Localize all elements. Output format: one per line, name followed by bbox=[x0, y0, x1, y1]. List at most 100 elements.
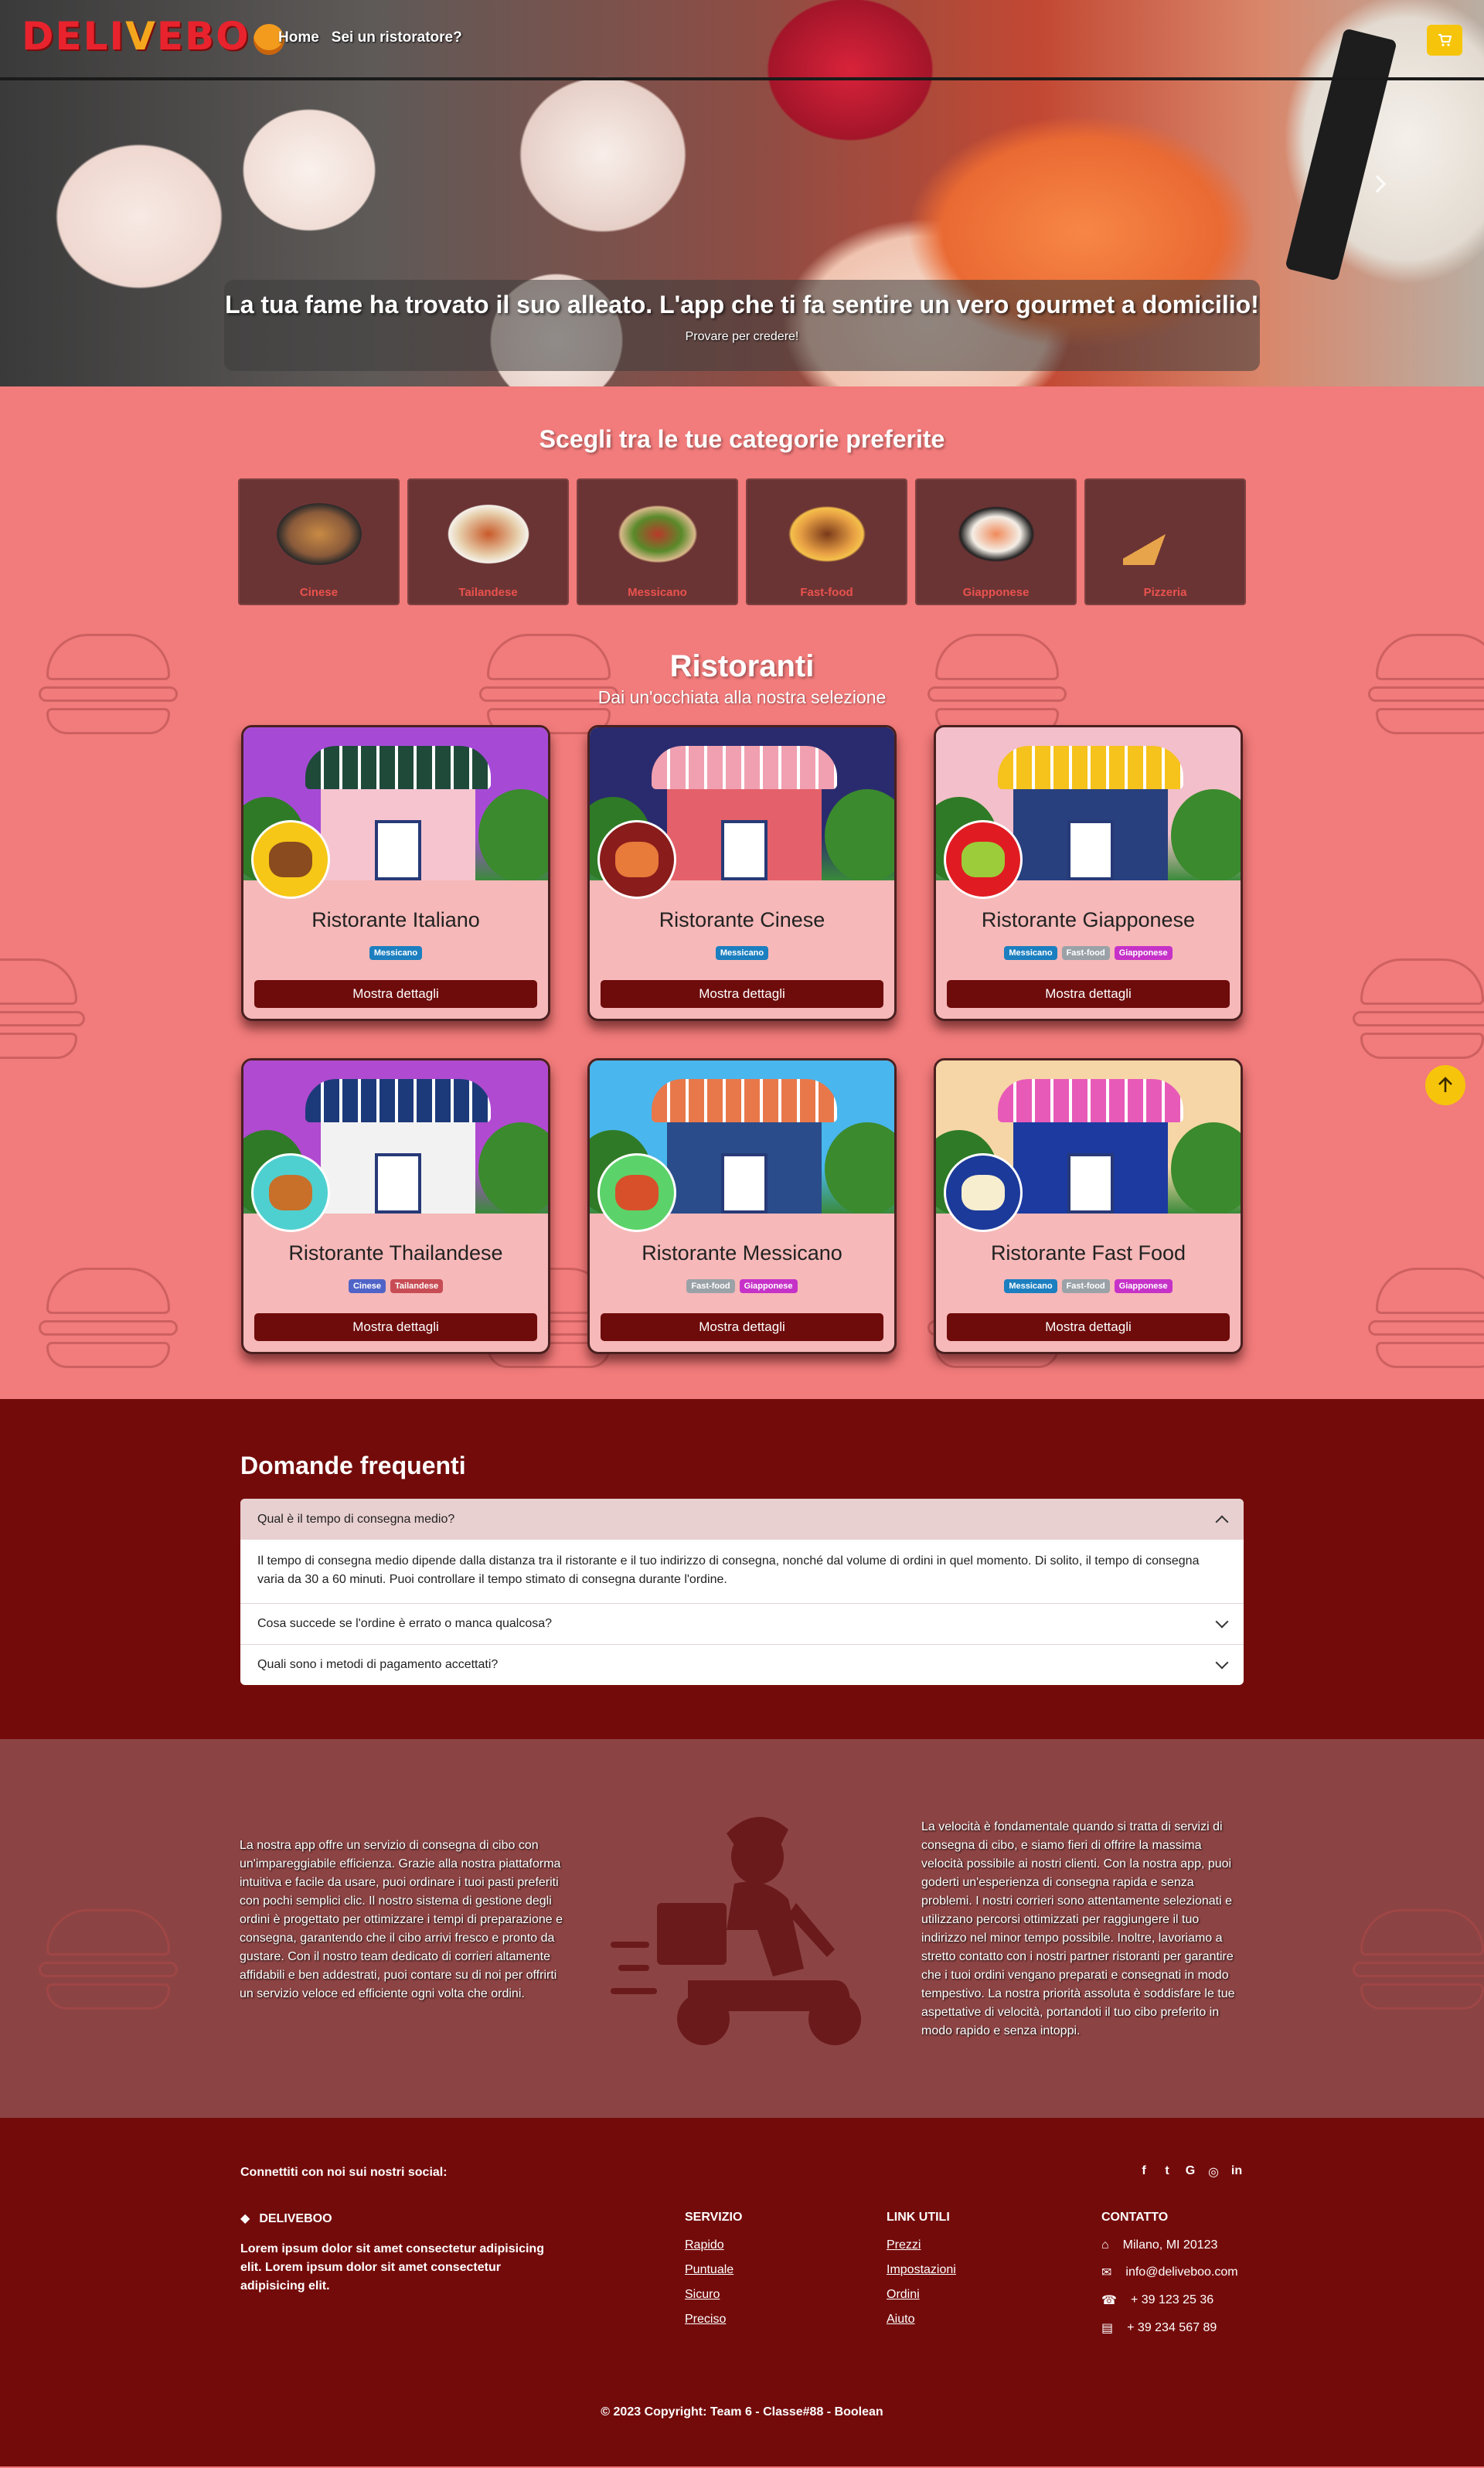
hero-subtitle: Provare per credere! bbox=[685, 330, 799, 343]
twitter-icon[interactable]: t bbox=[1161, 2164, 1173, 2180]
category-badge: Cinese bbox=[348, 1279, 386, 1293]
category-food-icon bbox=[276, 503, 362, 565]
restaurant-name: Ristorante Fast Food bbox=[990, 1241, 1186, 1265]
restaurant-tags: Messicano bbox=[243, 946, 548, 962]
chevron-down-icon bbox=[1215, 1656, 1229, 1670]
faq-question[interactable]: Cosa succede se l'ordine è errato o manc… bbox=[240, 1603, 1244, 1644]
instagram-icon[interactable]: ◎ bbox=[1207, 2164, 1220, 2180]
category-food-icon bbox=[445, 503, 531, 565]
category-food-icon bbox=[1122, 503, 1208, 565]
category-card[interactable]: Pizzeria bbox=[1084, 478, 1246, 605]
restaurant-name: Ristorante Italiano bbox=[311, 908, 480, 931]
contact-fax: ▤ + 39 234 567 89 bbox=[1101, 2321, 1217, 2335]
category-badge: Messicano bbox=[1004, 1279, 1057, 1293]
category-card[interactable]: Fast-food bbox=[746, 478, 907, 605]
food-icon bbox=[615, 1175, 659, 1210]
category-card[interactable]: Cinese bbox=[238, 478, 400, 605]
restaurant-tags: Messicano Fast-food Giapponese bbox=[936, 1279, 1241, 1295]
footer-link[interactable]: Ordini bbox=[887, 2288, 956, 2302]
envelope-icon: ✉ bbox=[1101, 2266, 1112, 2279]
restaurant-avatar bbox=[944, 1153, 1023, 1232]
category-label: Cinese bbox=[299, 586, 339, 599]
details-button[interactable]: Mostra dettagli bbox=[947, 1313, 1230, 1341]
footer-brand-col: ◆ DELIVEBOO Lorem ipsum dolor sit amet co… bbox=[240, 2211, 550, 2296]
cart-button[interactable] bbox=[1427, 25, 1462, 56]
faq-section: Domande frequenti Qual è il tempo di con… bbox=[0, 1399, 1484, 1739]
footer-link[interactable]: Sicuro bbox=[685, 2288, 742, 2302]
burger-pattern-icon bbox=[1345, 1901, 1484, 2025]
phone-icon: ☎ bbox=[1101, 2294, 1117, 2307]
details-button[interactable]: Mostra dettagli bbox=[254, 1313, 537, 1341]
hero-caption: La tua fame ha trovato il suo alleato. L… bbox=[224, 280, 1260, 371]
category-card[interactable]: Tailandese bbox=[407, 478, 569, 605]
footer-link[interactable]: Puntuale bbox=[685, 2263, 742, 2277]
restaurant-card[interactable]: Ristorante Italiano Messicano Mostra det… bbox=[241, 725, 550, 1021]
logo-text-1: DELI bbox=[22, 14, 126, 59]
restaurant-card[interactable]: Ristorante Giapponese Messicano Fast-food… bbox=[934, 725, 1243, 1021]
footer-link[interactable]: Aiuto bbox=[887, 2313, 956, 2327]
category-food-icon bbox=[784, 503, 870, 565]
restaurant-card[interactable]: Ristorante Thailandese Cinese Tailandese … bbox=[241, 1058, 550, 1354]
facebook-icon[interactable]: f bbox=[1138, 2164, 1150, 2180]
details-button[interactable]: Mostra dettagli bbox=[601, 1313, 883, 1341]
social-text: Connettiti con noi sui nostri social: bbox=[240, 2166, 448, 2179]
category-card[interactable]: Giapponese bbox=[915, 478, 1077, 605]
restaurant-card[interactable]: Ristorante Messicano Fast-food Giapponese… bbox=[587, 1058, 897, 1354]
restaurants-grid: Ristorante Italiano Messicano Mostra det… bbox=[241, 725, 1243, 1354]
categories-title: Scegli tra le tue categorie preferite bbox=[539, 425, 945, 453]
restaurant-name: Ristorante Messicano bbox=[642, 1241, 842, 1265]
details-button[interactable]: Mostra dettagli bbox=[254, 980, 537, 1008]
linkedin-icon[interactable]: in bbox=[1230, 2164, 1243, 2180]
restaurant-tags: Fast-food Giapponese bbox=[590, 1279, 894, 1295]
faq-title: Domande frequenti bbox=[240, 1452, 466, 1479]
cart-icon bbox=[1438, 34, 1452, 46]
details-button[interactable]: Mostra dettagli bbox=[601, 980, 883, 1008]
category-label: Giapponese bbox=[962, 586, 1030, 599]
category-label: Messicano bbox=[628, 586, 687, 599]
about-text-left: La nostra app offre un servizio di conse… bbox=[240, 1839, 563, 2000]
footer: Connettiti con noi sui nostri social: f … bbox=[0, 2118, 1484, 2466]
food-icon bbox=[269, 1175, 312, 1210]
restaurant-card[interactable]: Ristorante Fast Food Messicano Fast-food G… bbox=[934, 1058, 1243, 1354]
category-label: Pizzeria bbox=[1143, 586, 1187, 599]
footer-servizio-title: SERVIZIO bbox=[685, 2211, 743, 2224]
faq-question-text: Qual è il tempo di consegna medio? bbox=[257, 1512, 455, 1526]
category-badge: Giapponese bbox=[739, 1279, 798, 1293]
footer-link[interactable]: Preciso bbox=[685, 2313, 742, 2327]
categories-section: Scegli tra le tue categorie preferite Ci… bbox=[0, 386, 1484, 626]
category-badge: Tailandese bbox=[390, 1279, 444, 1293]
contact-email: ✉ info@deliveboo.com bbox=[1101, 2265, 1238, 2279]
faq-question[interactable]: Qual è il tempo di consegna medio? bbox=[240, 1499, 1244, 1540]
deliveboo-logo[interactable]: DELIVEBO bbox=[22, 14, 284, 59]
restaurants-section: Ristoranti Dai un'occhiata alla nostra s… bbox=[0, 626, 1484, 1399]
category-badge: Fast-food bbox=[1061, 946, 1110, 960]
chevron-down-icon bbox=[1215, 1615, 1229, 1629]
category-card[interactable]: Messicano bbox=[577, 478, 738, 605]
google-icon[interactable]: G bbox=[1184, 2164, 1196, 2180]
logo-text-2: EBO bbox=[156, 14, 250, 59]
copyright: © 2023 Copyright: Team 6 - Classe#88 - B… bbox=[601, 2405, 883, 2419]
food-icon bbox=[615, 842, 659, 877]
faq-question-text: Quali sono i metodi di pagamento accetta… bbox=[257, 1658, 499, 1671]
about-section: La nostra app offre un servizio di conse… bbox=[0, 1739, 1484, 2118]
restaurant-avatar bbox=[597, 1153, 676, 1232]
restaurant-card[interactable]: Ristorante Cinese Messicano Mostra detta… bbox=[587, 725, 897, 1021]
restaurant-name: Ristorante Giapponese bbox=[981, 908, 1196, 931]
burger-pattern-icon bbox=[1360, 1260, 1484, 1384]
faq-question[interactable]: Quali sono i metodi di pagamento accetta… bbox=[240, 1644, 1244, 1685]
nav-link-home[interactable]: Home bbox=[278, 29, 319, 46]
footer-link[interactable]: Prezzi bbox=[887, 2238, 956, 2252]
details-button[interactable]: Mostra dettagli bbox=[947, 980, 1230, 1008]
nav-link-ristoratore[interactable]: Sei un ristoratore? bbox=[332, 29, 462, 46]
restaurant-avatar bbox=[251, 820, 330, 899]
burger-pattern-icon bbox=[0, 951, 93, 1074]
carousel-next-icon[interactable] bbox=[1368, 175, 1387, 193]
footer-link[interactable]: Impostazioni bbox=[887, 2263, 956, 2277]
category-badge: Giapponese bbox=[1114, 946, 1173, 960]
arrow-up-icon bbox=[1438, 1077, 1452, 1092]
footer-link[interactable]: Rapido bbox=[685, 2238, 742, 2252]
footer-contact-title: CONTATTO bbox=[1101, 2211, 1169, 2224]
back-to-top-button[interactable] bbox=[1425, 1065, 1465, 1105]
restaurant-name: Ristorante Cinese bbox=[659, 908, 825, 931]
hero-title: La tua fame ha trovato il suo alleato. L… bbox=[225, 291, 1259, 318]
